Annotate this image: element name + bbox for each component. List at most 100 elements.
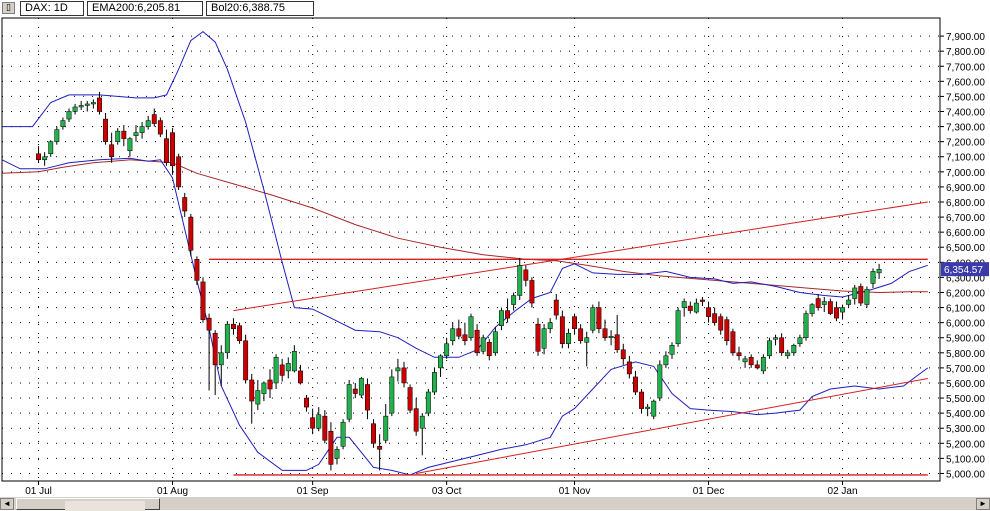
candle-body xyxy=(231,323,236,329)
candle-body xyxy=(724,319,730,341)
x-tick-label: 02 Jan xyxy=(828,486,858,496)
candle-body xyxy=(730,331,736,354)
candle-body xyxy=(78,105,84,108)
candle-body xyxy=(760,357,766,372)
scroll-left-arrow-icon[interactable]: ◄ xyxy=(0,498,14,510)
candle-body xyxy=(395,367,401,372)
candle-body xyxy=(547,322,553,329)
candle-body xyxy=(626,361,632,375)
candle-body xyxy=(121,130,127,139)
candle-body xyxy=(438,355,443,369)
candle-body xyxy=(754,364,760,369)
candle-body xyxy=(60,120,66,127)
candle-body xyxy=(145,120,151,127)
horizontal-scrollbar[interactable]: ◄ ► xyxy=(0,496,990,511)
candle-body xyxy=(401,367,407,384)
candle-body xyxy=(468,316,474,338)
y-tick-label: 7,800.00 xyxy=(946,47,985,58)
candle-body xyxy=(212,332,218,366)
candle-body xyxy=(371,423,376,444)
candle-body xyxy=(803,313,809,338)
candle-body xyxy=(639,391,644,409)
candle-body xyxy=(425,391,431,414)
plot-area xyxy=(1,17,941,482)
candle-body xyxy=(608,335,614,338)
candle-body xyxy=(827,301,833,314)
candle-body xyxy=(791,345,797,354)
candle-body xyxy=(821,301,827,305)
scroll-thumb[interactable] xyxy=(16,498,160,511)
candle-body xyxy=(383,415,389,441)
candle-body xyxy=(170,132,175,167)
candle-body xyxy=(474,329,480,354)
candle-body xyxy=(249,379,255,402)
candle-body xyxy=(590,307,596,331)
candle-body xyxy=(352,388,358,394)
candle-body xyxy=(596,307,602,329)
y-tick-label: 5,300.00 xyxy=(946,424,985,435)
candle-body xyxy=(237,325,242,341)
candle-body xyxy=(291,351,297,372)
y-tick-label: 6,100.00 xyxy=(946,304,985,315)
candle-body xyxy=(712,313,718,323)
candle-body xyxy=(559,316,565,345)
candle-body xyxy=(511,295,517,305)
candle-body xyxy=(767,340,772,357)
candle-body xyxy=(602,328,608,338)
y-tick-label: 5,800.00 xyxy=(946,349,985,360)
candle-body xyxy=(700,299,705,302)
candle-body xyxy=(681,301,687,308)
candle-body xyxy=(407,387,413,411)
price-chart[interactable]: 5,000.00 5,100.00 5,200.00 5,300.00 5,400.00… xyxy=(0,0,990,496)
candle-body xyxy=(486,342,492,357)
y-tick-label: 5,100.00 xyxy=(946,454,985,465)
candle-body xyxy=(846,299,852,305)
candle-body xyxy=(614,334,620,351)
candle-body xyxy=(413,408,419,432)
y-tick-label: 7,100.00 xyxy=(946,153,985,164)
candle-body xyxy=(54,129,60,142)
candle-body xyxy=(103,118,108,142)
candle-body xyxy=(693,302,699,313)
candle-body xyxy=(657,364,663,399)
y-tick-label: 6,900.00 xyxy=(946,183,985,194)
candle-body xyxy=(285,363,291,372)
y-tick-label: 6,600.00 xyxy=(946,228,985,239)
candle-body xyxy=(267,379,273,390)
candle-body xyxy=(157,120,163,135)
x-tick-label: 03 Oct xyxy=(432,486,462,496)
candle-body xyxy=(243,340,249,381)
candle-body xyxy=(419,415,425,429)
candle-body xyxy=(273,357,279,384)
candle-body xyxy=(432,372,437,393)
candle-body xyxy=(505,310,510,319)
candle-body xyxy=(206,317,212,331)
candle-body xyxy=(651,400,657,417)
candle-body xyxy=(97,97,102,112)
candle-body xyxy=(194,259,200,281)
candle-body xyxy=(809,304,815,314)
scroll-right-arrow-icon[interactable]: ► xyxy=(976,498,990,510)
x-tick-label: 01 Nov xyxy=(559,486,591,496)
candle-body xyxy=(462,334,468,341)
candle-body xyxy=(84,103,90,106)
candle-body xyxy=(645,406,651,409)
candle-body xyxy=(36,153,41,161)
candle-body xyxy=(706,307,711,317)
y-tick-label: 7,700.00 xyxy=(946,62,985,73)
candle-body xyxy=(109,144,115,157)
candle-body xyxy=(188,216,194,251)
candle-body xyxy=(224,323,230,354)
candle-body xyxy=(773,337,778,340)
candle-body xyxy=(718,316,724,331)
y-tick-label: 6,700.00 xyxy=(946,213,985,224)
candle-body xyxy=(66,111,72,120)
y-tick-label: 7,500.00 xyxy=(946,92,985,103)
candle-body xyxy=(42,156,48,161)
candle-body xyxy=(529,280,535,304)
candle-body xyxy=(127,138,133,151)
y-tick-label: 7,600.00 xyxy=(946,77,985,88)
candle-body xyxy=(834,307,839,319)
candle-body xyxy=(876,269,882,274)
y-tick-label: 6,500.00 xyxy=(946,243,985,254)
